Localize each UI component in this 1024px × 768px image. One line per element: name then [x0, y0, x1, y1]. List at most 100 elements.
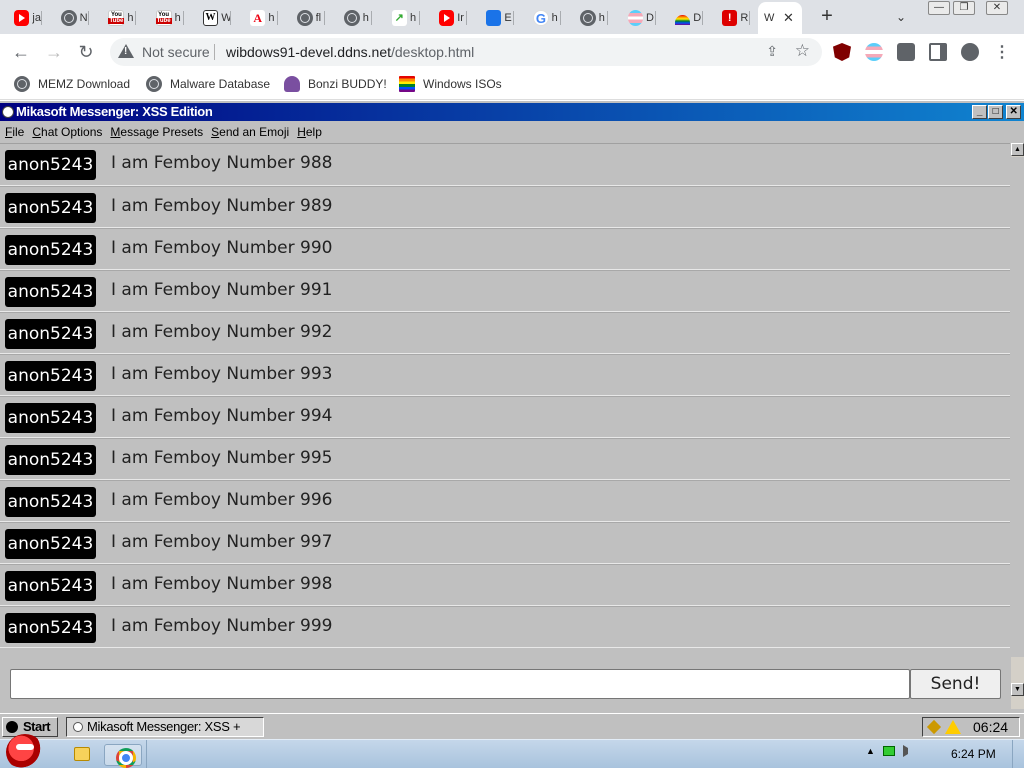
message-text: I am Femboy Number 996 [111, 490, 333, 510]
profile-avatar-icon[interactable] [961, 43, 979, 61]
chat-scrollbar[interactable]: ▲ ▼ [1011, 143, 1024, 709]
taskbar-item-messenger[interactable]: Mikasoft Messenger: XSS + [66, 717, 264, 737]
new-tab-button[interactable]: + [816, 6, 838, 28]
window-restore-button[interactable]: ❐ [953, 1, 975, 15]
forward-button[interactable]: → [44, 42, 64, 62]
taskbar-item-label: Mikasoft Messenger: XSS + [87, 719, 241, 734]
message-composer: Send! [0, 651, 1010, 711]
browser-tab[interactable]: Ir [433, 6, 467, 30]
tab-active[interactable]: W ✕ [758, 2, 802, 34]
browser-tab[interactable]: D [622, 6, 656, 30]
window-close-button[interactable]: ✕ [986, 1, 1008, 15]
message-username-badge[interactable]: anon5243 [5, 193, 96, 223]
ublock-extension-icon[interactable] [833, 43, 851, 61]
browser-tab[interactable]: You Tube h [102, 6, 137, 30]
messenger-minimize-button[interactable]: _ [972, 105, 987, 119]
messenger-close-button[interactable]: ✕ [1006, 105, 1021, 119]
message-username-badge[interactable]: anon5243 [5, 150, 96, 180]
browser-tab[interactable]: Gh [527, 6, 562, 30]
message-username-badge[interactable]: anon5243 [5, 277, 96, 307]
chat-message-row: anon5243 I am Femboy Number 994 [0, 396, 1010, 438]
show-hidden-icons-icon[interactable]: ▲ [866, 746, 875, 756]
message-username-badge[interactable]: anon5243 [5, 403, 96, 433]
puzzle-icon [486, 10, 502, 26]
scrollbar-track[interactable] [1011, 157, 1024, 657]
tab-search-icon[interactable]: ⌄ [896, 10, 906, 24]
chart-icon: ↗ [391, 10, 407, 26]
message-text: I am Femboy Number 999 [111, 616, 333, 636]
message-username-badge[interactable]: anon5243 [5, 571, 96, 601]
start-logo-icon [6, 721, 18, 733]
chrome-icon[interactable] [104, 744, 142, 768]
chat-message-row: anon5243 I am Femboy Number 997 [0, 522, 1010, 564]
warning-icon[interactable] [945, 720, 961, 734]
browser-tab[interactable]: N [55, 6, 90, 30]
browser-tab[interactable]: WW [197, 6, 231, 30]
volume-icon[interactable] [902, 745, 915, 757]
url-host: wibdows91-devel.ddns.net [226, 44, 391, 60]
bookmark-memz[interactable]: MEMZ Download [14, 76, 130, 92]
browser-tab[interactable]: Ah [244, 6, 278, 30]
message-username-badge[interactable]: anon5243 [5, 235, 96, 265]
message-username-badge[interactable]: anon5243 [5, 529, 96, 559]
chat-log[interactable]: anon5243 I am Femboy Number 988 anon5243 I … [0, 143, 1010, 649]
close-tab-icon[interactable]: ✕ [783, 10, 794, 26]
menu-chat-options[interactable]: Chat Options [32, 122, 102, 142]
back-button[interactable]: ← [11, 42, 31, 62]
browser-tab[interactable]: ! R [716, 6, 750, 30]
extensions-puzzle-icon[interactable] [897, 43, 915, 61]
browser-tab[interactable]: E [480, 6, 514, 30]
message-username-badge[interactable]: anon5243 [5, 487, 96, 517]
messenger-title-bar[interactable]: Mikasoft Messenger: XSS Edition _ □ ✕ [0, 103, 1024, 121]
browser-tab[interactable]: ja [8, 6, 42, 30]
win7-clock[interactable]: 6:24 PM [951, 747, 996, 761]
browser-tab[interactable]: h [574, 6, 609, 30]
browser-tab-strip: ja N You Tube h You Tube h W W Ah fl h ↗ h Ir E Gh h D D! R W… [0, 0, 1024, 34]
bookmark-malware-database[interactable]: Malware Database [146, 76, 270, 92]
security-status[interactable]: Not secure [142, 44, 210, 60]
browser-tab[interactable]: fl [291, 6, 326, 30]
window-minimize-button[interactable]: — [928, 1, 950, 15]
messenger-maximize-button[interactable]: □ [988, 105, 1003, 119]
divider [182, 11, 184, 25]
message-username-badge[interactable]: anon5243 [5, 613, 96, 643]
menu-message-presets[interactable]: Message Presets [110, 122, 203, 142]
key-icon[interactable] [926, 719, 942, 735]
browser-tab[interactable]: You Tube h [150, 6, 184, 30]
message-username-badge[interactable]: anon5243 [5, 319, 96, 349]
bookmark-bonzi-buddy[interactable]: Bonzi BUDDY! [284, 76, 387, 92]
url-text[interactable]: wibdows91-devel.ddns.net/desktop.html [226, 44, 474, 60]
messenger-title: Mikasoft Messenger: XSS Edition [16, 104, 213, 119]
show-desktop-button[interactable] [1012, 740, 1024, 768]
browser-menu-icon[interactable]: ⋮ [993, 43, 1011, 61]
scroll-down-arrow-icon[interactable]: ▼ [1011, 683, 1024, 696]
win7-system-tray: ▲ [866, 745, 915, 757]
reload-button[interactable]: ↻ [76, 42, 96, 62]
menu-send-an-emoji[interactable]: Send an Emoji [211, 122, 289, 142]
browser-tab[interactable]: h [338, 6, 373, 30]
message-username-badge[interactable]: anon5243 [5, 445, 96, 475]
angry-bird-start-orb-icon[interactable] [6, 734, 44, 768]
bookmarks-bar: MEMZ Download Malware Database Bonzi BUD… [0, 70, 1024, 100]
network-icon[interactable] [882, 746, 895, 756]
send-button[interactable]: Send! [910, 669, 1001, 699]
warning-icon[interactable] [118, 44, 134, 58]
message-input[interactable] [10, 669, 910, 699]
browser-tab[interactable]: ↗ h [386, 6, 420, 30]
win98-taskbar: Start Mikasoft Messenger: XSS + 06:24 [0, 713, 1024, 739]
message-username-badge[interactable]: anon5243 [5, 361, 96, 391]
bookmark-windows-isos[interactable]: Windows ISOs [399, 76, 502, 92]
side-panel-icon[interactable] [929, 43, 947, 61]
trans-flag-extension-icon[interactable] [865, 43, 883, 61]
share-icon[interactable]: ⇪ [766, 43, 778, 60]
url-path: /desktop.html [391, 44, 475, 60]
menu-help[interactable]: Help [297, 122, 322, 142]
menu-file[interactable]: File [5, 122, 24, 142]
bookmark-star-icon[interactable]: ☆ [795, 41, 810, 61]
scroll-up-arrow-icon[interactable]: ▲ [1011, 143, 1024, 156]
file-explorer-icon[interactable] [62, 744, 100, 766]
address-bar[interactable]: Not secure wibdows91-devel.ddns.net/desk… [110, 38, 822, 66]
browser-tab[interactable]: D [669, 6, 703, 30]
globe-icon [146, 76, 162, 92]
message-text: I am Femboy Number 993 [111, 364, 333, 384]
